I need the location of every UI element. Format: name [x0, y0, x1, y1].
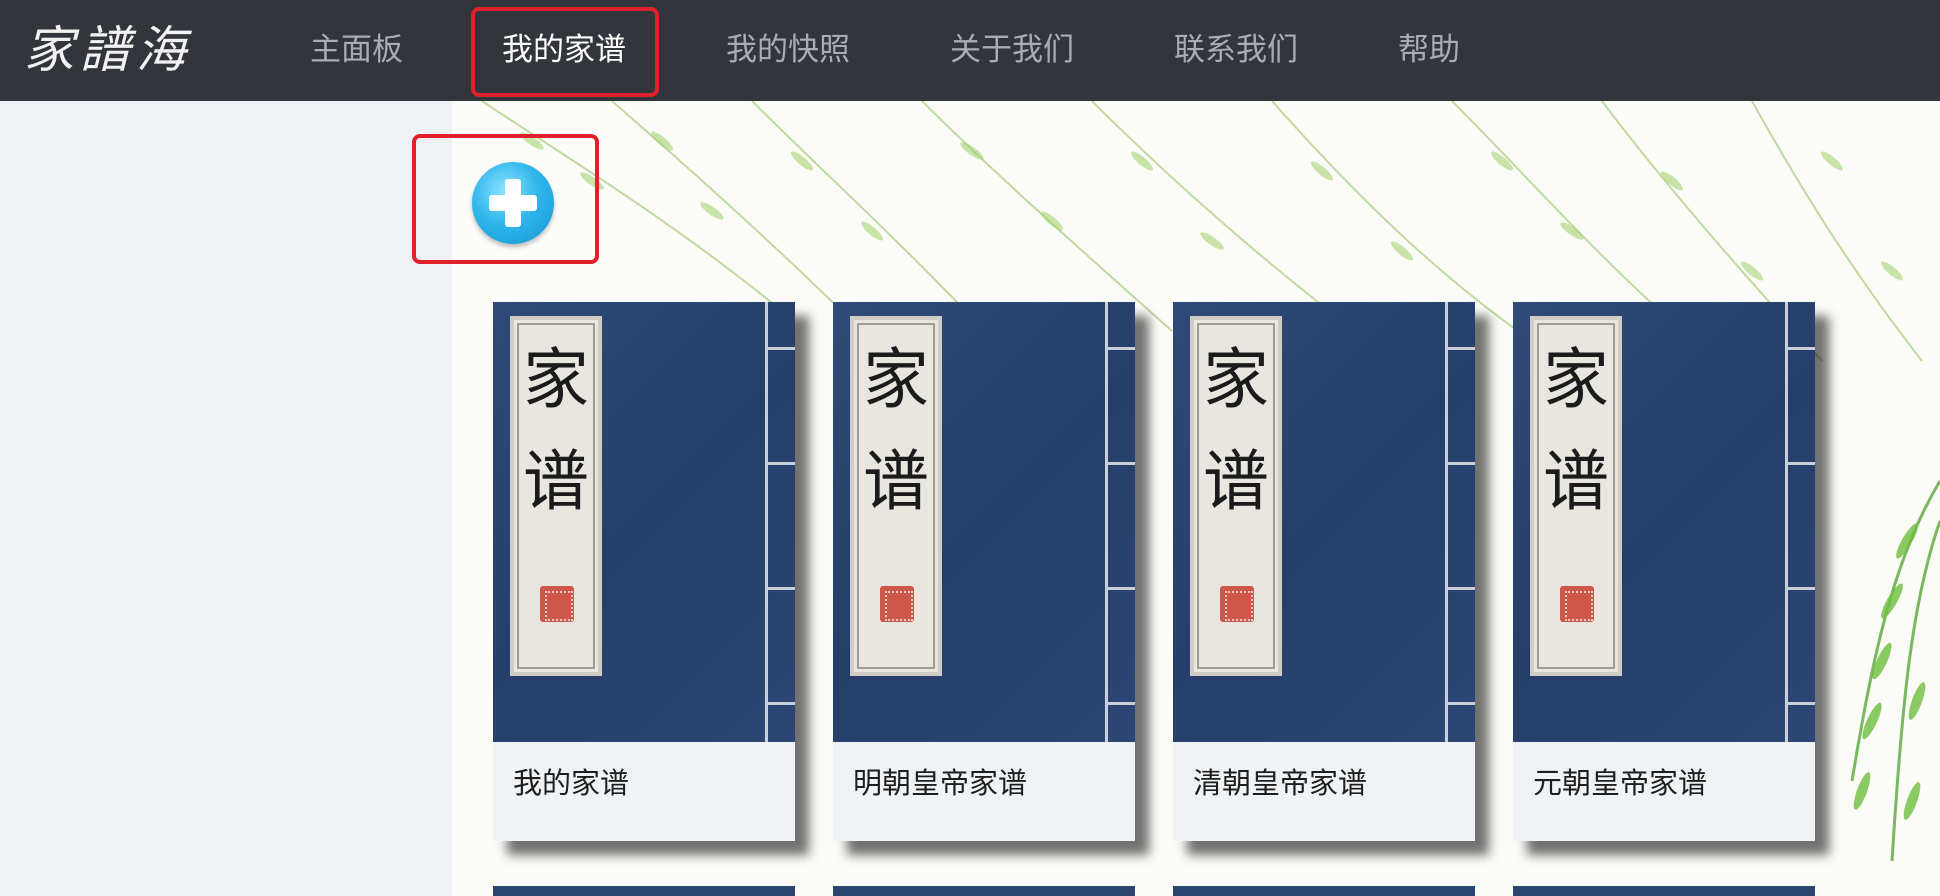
cover-char: 家	[523, 341, 589, 418]
seal-stamp-icon	[1560, 586, 1594, 622]
nav-item-my-snapshots[interactable]: 我的快照	[726, 22, 850, 78]
nav-item-my-family-trees[interactable]: 我的家谱	[502, 22, 626, 78]
family-tree-card-partial[interactable]	[1173, 886, 1475, 896]
cover-char: 家	[863, 341, 929, 418]
family-tree-card[interactable]: 家 谱 元朝皇帝家谱	[1513, 302, 1815, 841]
nav-item-about-us[interactable]: 关于我们	[950, 22, 1074, 78]
family-tree-card[interactable]: 家 谱 我的家谱	[493, 302, 795, 841]
book-cover-image: 家 谱	[493, 302, 795, 742]
family-tree-card[interactable]: 家 谱 明朝皇帝家谱	[833, 302, 1135, 841]
cover-char: 家	[1203, 341, 1269, 418]
book-cover-image: 家 谱	[1173, 302, 1475, 742]
seal-stamp-icon	[880, 586, 914, 622]
logo[interactable]: 家譜海	[24, 10, 192, 90]
family-tree-title: 元朝皇帝家谱	[1533, 766, 1708, 800]
cover-char: 家	[1543, 341, 1609, 418]
book-cover-image: 家 谱	[1513, 302, 1815, 742]
family-tree-card-partial[interactable]	[1513, 886, 1815, 896]
add-family-tree-button[interactable]	[472, 162, 554, 244]
sidebar	[0, 101, 452, 896]
cover-label: 家 谱	[1530, 316, 1622, 676]
book-cover-image: 家 谱	[833, 302, 1135, 742]
seal-stamp-icon	[540, 586, 574, 622]
cover-label: 家 谱	[1190, 316, 1282, 676]
cover-char: 谱	[1203, 443, 1269, 520]
family-tree-title: 我的家谱	[513, 766, 630, 800]
top-navbar: 家譜海 主面板 我的家谱 我的快照 关于我们 联系我们 帮助	[0, 0, 1940, 101]
cover-char: 谱	[1543, 443, 1609, 520]
family-tree-card[interactable]: 家 谱 清朝皇帝家谱	[1173, 302, 1475, 841]
cover-label: 家 谱	[510, 316, 602, 676]
family-tree-card-partial[interactable]	[833, 886, 1135, 896]
cover-label: 家 谱	[850, 316, 942, 676]
cover-char: 谱	[523, 443, 589, 520]
cover-char: 谱	[863, 443, 929, 520]
nav-item-contact-us[interactable]: 联系我们	[1174, 22, 1298, 78]
family-tree-title: 清朝皇帝家谱	[1193, 766, 1368, 800]
nav-item-dashboard[interactable]: 主面板	[310, 22, 403, 78]
nav-item-help[interactable]: 帮助	[1398, 22, 1460, 78]
family-tree-card-partial[interactable]	[493, 886, 795, 896]
family-tree-title: 明朝皇帝家谱	[853, 766, 1028, 800]
seal-stamp-icon	[1220, 586, 1254, 622]
